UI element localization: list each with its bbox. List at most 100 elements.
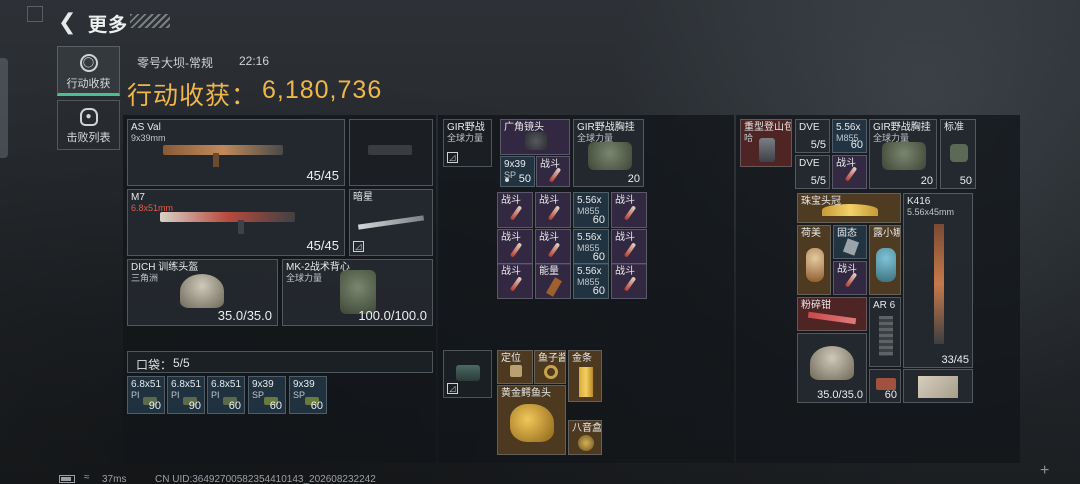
storage-item-name: 5.56x bbox=[836, 122, 861, 133]
storage-item[interactable]: 60 bbox=[869, 369, 901, 403]
tab-loot[interactable]: ◯ 行动收获 bbox=[57, 46, 120, 96]
rig-vest-count: 20 bbox=[627, 173, 640, 185]
broken-icon: ◿ bbox=[353, 241, 364, 252]
backpack-item[interactable]: 战斗 bbox=[497, 263, 533, 299]
loot-icon: ◯ bbox=[79, 54, 98, 72]
primary-weapon-slot[interactable]: AS Val 9x39mm 45/45 bbox=[127, 119, 345, 186]
storage-item-name: 粉碎钳 bbox=[801, 300, 831, 311]
pocket-label: 口袋： bbox=[136, 358, 173, 372]
backpack-item[interactable]: 战斗 bbox=[611, 263, 647, 299]
safe-item[interactable]: 金条 bbox=[568, 350, 602, 402]
pocket-item[interactable]: 9x39 SP 60 bbox=[289, 376, 327, 414]
primary-weapon-ammo: 45/45 bbox=[306, 168, 339, 183]
storage-item[interactable]: 粉碎钳 bbox=[797, 297, 867, 331]
backpack-item[interactable]: 战斗 bbox=[497, 192, 533, 228]
helmet-slot[interactable]: DICH 训练头盔 三角洲 35.0/35.0 bbox=[127, 259, 278, 326]
pocket-item-sub: PI bbox=[171, 390, 180, 400]
pocket-item-name: 6.8x51 bbox=[131, 379, 162, 390]
backpack-item-name: 5.56x bbox=[577, 195, 602, 206]
storage-item[interactable]: 战斗 bbox=[832, 155, 867, 189]
melee-name: 暗星 bbox=[353, 192, 373, 203]
safe-item[interactable]: 八音盒 bbox=[568, 420, 602, 455]
backpack-item[interactable]: 战斗 bbox=[535, 229, 571, 265]
pocket-item[interactable]: 6.8x51 PI 90 bbox=[127, 376, 165, 414]
safe-box-slot[interactable]: ◿ bbox=[443, 350, 492, 398]
storage-helmet-durability: 35.0/35.0 bbox=[817, 389, 863, 401]
rig-stim-item[interactable]: 战斗 bbox=[536, 156, 570, 187]
helmet-name: DICH 训练头盔 bbox=[131, 262, 199, 273]
pocket-item[interactable]: 6.8x51 PI 60 bbox=[207, 376, 245, 414]
syringe-icon bbox=[509, 205, 523, 221]
storage-item-count: 60 bbox=[850, 139, 863, 151]
backpack-item[interactable]: 5.56x M855 60 bbox=[573, 263, 609, 299]
storage-item[interactable]: DVE 5/5 bbox=[795, 155, 830, 189]
helmet-icon bbox=[810, 346, 854, 380]
safe-item[interactable]: 鱼子酱 bbox=[534, 350, 566, 384]
storage-item-name: 露小娜 bbox=[873, 228, 901, 239]
pocket-item-count: 90 bbox=[148, 400, 161, 412]
storage-item[interactable]: 露小娜 bbox=[869, 225, 901, 295]
tab-kills[interactable]: ● 击败列表 bbox=[57, 100, 120, 150]
storage-item[interactable]: 5.56x M855 60 bbox=[832, 119, 867, 153]
safe-item-name: 八音盒 bbox=[572, 423, 602, 434]
storage-item-name: DVE bbox=[799, 158, 820, 169]
pocket-item[interactable]: 9x39 SP 60 bbox=[248, 376, 286, 414]
storage-rig-count: 20 bbox=[920, 175, 933, 187]
safe-item[interactable]: 定位 bbox=[497, 350, 533, 384]
storage-helmet-item[interactable]: 35.0/35.0 bbox=[797, 333, 867, 403]
backpack-item[interactable]: 战斗 bbox=[535, 192, 571, 228]
backpack-slot[interactable]: 重型登山包 哈 bbox=[740, 119, 792, 167]
safe-item-name: 鱼子酱 bbox=[538, 353, 566, 364]
backpack-item[interactable]: 战斗 bbox=[611, 192, 647, 228]
backpack-item[interactable]: 5.56x M855 60 bbox=[573, 229, 609, 265]
left-edge-handle[interactable] bbox=[0, 58, 8, 158]
music-box-icon bbox=[578, 435, 594, 451]
storage-item[interactable]: 荷美 bbox=[797, 225, 831, 295]
pocket-item[interactable]: 6.8x51 PI 90 bbox=[167, 376, 205, 414]
storage-rig-item[interactable]: GIR野战胸挂 全球力量 20 bbox=[869, 119, 937, 189]
backpack-item-name: 战斗 bbox=[615, 195, 635, 206]
storage-item-name: AR 6 bbox=[873, 300, 896, 311]
scope-item[interactable]: 广角镜头 bbox=[500, 119, 570, 155]
page-title: 更多 bbox=[88, 15, 129, 36]
backpack-item[interactable]: 战斗 bbox=[611, 229, 647, 265]
storage-item[interactable]: 固态 bbox=[833, 225, 867, 259]
syringe-icon bbox=[509, 242, 523, 258]
plus-icon[interactable]: + bbox=[1040, 462, 1049, 480]
backpack-item-name: 5.56x bbox=[577, 266, 602, 277]
secondary-weapon-ammo: 45/45 bbox=[306, 238, 339, 253]
storage-item[interactable]: DVE 5/5 bbox=[795, 119, 830, 153]
secondary-weapon-slot[interactable]: M7 6.8x51mm 45/45 bbox=[127, 189, 345, 256]
backpack-name: 重型登山包 bbox=[744, 122, 792, 133]
storage-map-item[interactable] bbox=[903, 369, 973, 403]
backpack-item[interactable]: 5.56x M855 60 bbox=[573, 192, 609, 228]
back-arrow-icon[interactable]: ❮ bbox=[58, 11, 80, 33]
backpack-item-name: 战斗 bbox=[501, 195, 521, 206]
storage-item[interactable]: 战斗 bbox=[833, 261, 867, 295]
storage-weapon-sub: 5.56x45mm bbox=[907, 207, 955, 217]
rig-ammo-item[interactable]: 9x39 SP 50 bbox=[500, 156, 535, 187]
armor-plate-icon bbox=[950, 144, 968, 162]
backpack-item-name: 能量 bbox=[539, 266, 559, 277]
safe-item[interactable]: 黄金鳄鱼头 bbox=[497, 385, 566, 455]
backpack-item-count: 60 bbox=[592, 251, 605, 263]
ssd-icon bbox=[842, 238, 860, 256]
backpack-item[interactable]: 战斗 bbox=[497, 229, 533, 265]
storage-weapon-name: K416 bbox=[907, 196, 931, 207]
ping-value: 37ms bbox=[102, 474, 127, 484]
secondary-weapon-name: M7 bbox=[131, 192, 145, 203]
storage-item[interactable]: 标准 50 bbox=[940, 119, 976, 189]
backpack-item-name: 战斗 bbox=[615, 232, 635, 243]
rig-slot[interactable]: GIR野战 全球力量 ◿ bbox=[443, 119, 492, 167]
storage-item[interactable]: 珠宝头冠 bbox=[797, 193, 901, 223]
storage-item[interactable]: AR 6 bbox=[869, 297, 901, 367]
melee-slot[interactable]: 暗星 ◿ bbox=[349, 189, 433, 256]
armor-slot[interactable]: MK-2战术背心 全球力量 100.0/100.0 bbox=[282, 259, 433, 326]
rifle-m7-grip bbox=[238, 220, 244, 234]
backpack-item[interactable]: 能量 bbox=[535, 263, 571, 299]
storage-weapon-item[interactable]: K416 5.56x45mm 33/45 bbox=[903, 193, 973, 368]
backpack-item-name: 战斗 bbox=[539, 232, 559, 243]
pistol-slot[interactable] bbox=[349, 119, 433, 186]
helmet-sub: 三角洲 bbox=[131, 273, 159, 283]
rig-vest-item[interactable]: GIR野战胸挂 全球力量 20 bbox=[573, 119, 644, 187]
